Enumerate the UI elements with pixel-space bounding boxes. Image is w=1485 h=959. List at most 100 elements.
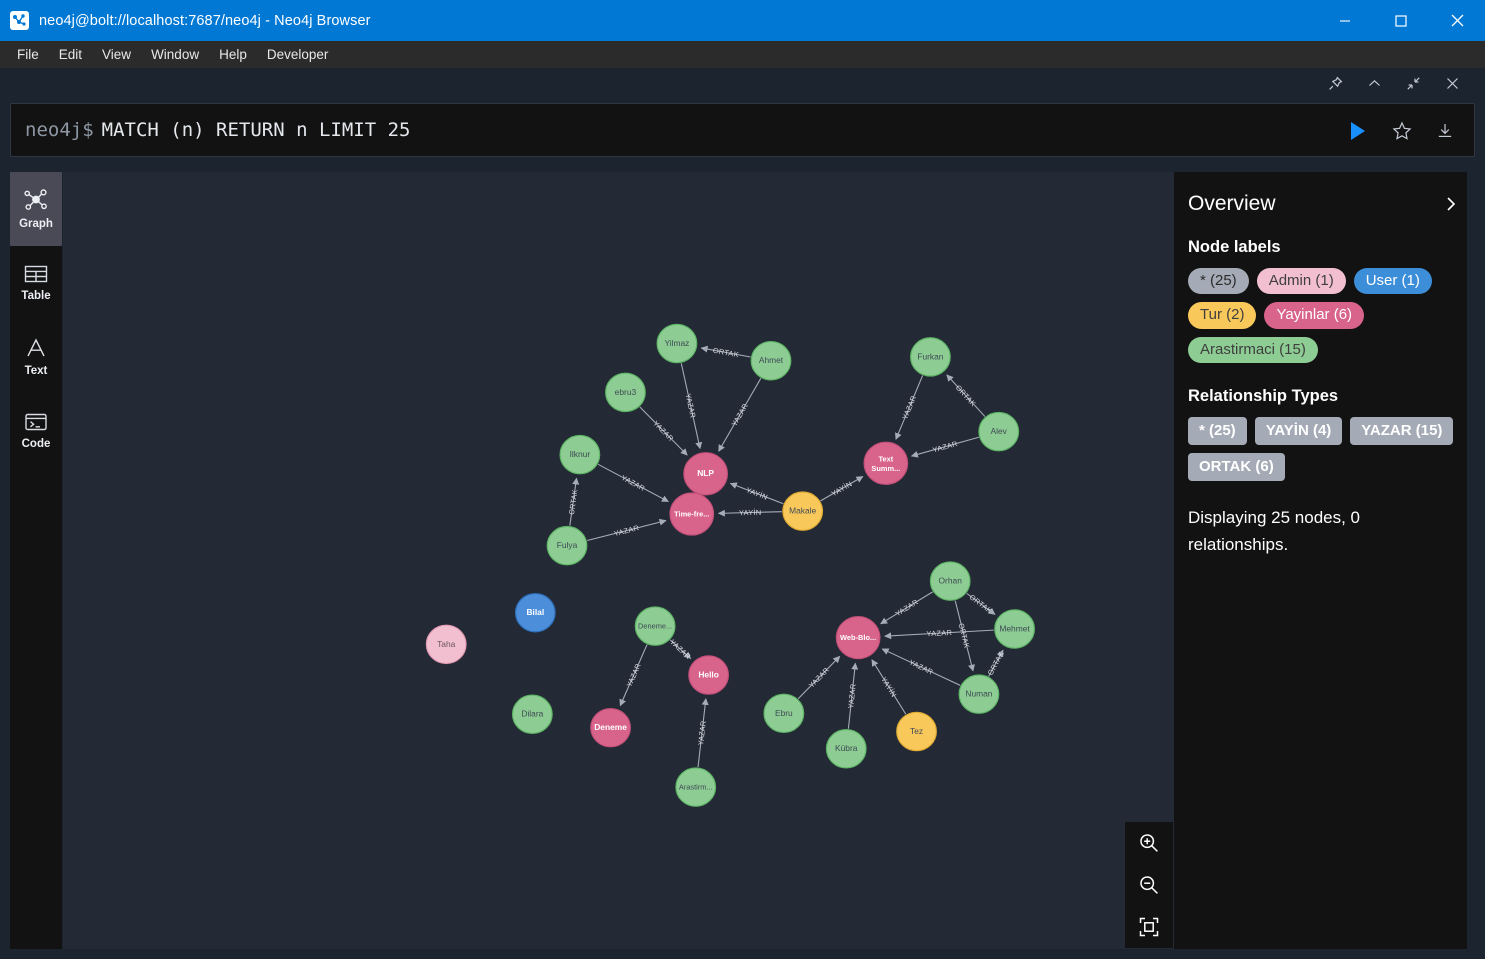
graph-node[interactable]: Mehmet	[994, 609, 1035, 649]
graph-node[interactable]: Taha	[425, 624, 467, 665]
graph-node[interactable]: Orhan	[929, 561, 971, 601]
graph-edge-label: ORTAK	[954, 383, 978, 408]
zoom-in-icon[interactable]	[1125, 822, 1173, 864]
editor-prompt: neo4j$	[25, 119, 94, 141]
graph-node[interactable]: TextSumm...	[863, 441, 909, 485]
rail-label-code: Code	[21, 438, 51, 450]
zoom-out-icon[interactable]	[1125, 864, 1173, 906]
chevron-right-icon[interactable]	[1443, 195, 1459, 213]
graph-edge-label: YAZAR	[900, 394, 918, 420]
graph-node-label: Furkan	[917, 352, 944, 361]
relationship-type-chip-2[interactable]: YAZAR (15)	[1350, 416, 1454, 445]
graph-node-label: Mehmet	[999, 625, 1030, 634]
close-button[interactable]	[1429, 0, 1485, 41]
favorite-star-icon[interactable]	[1392, 121, 1412, 141]
graph-node[interactable]: Hello	[688, 655, 730, 695]
graph-node[interactable]: Deneme	[590, 707, 631, 748]
title-bar: neo4j@bolt://localhost:7687/neo4j - Neo4…	[0, 0, 1485, 41]
graph-node[interactable]: Bilal	[514, 592, 556, 633]
panel-scrollbar[interactable]	[1467, 172, 1475, 949]
minimize-button[interactable]	[1317, 0, 1373, 41]
graph-node-label: Ebru	[775, 709, 793, 718]
graph-edge-label: YAZAR	[624, 662, 642, 688]
rail-item-text[interactable]: Text	[10, 320, 62, 394]
graph-node[interactable]: Furkan	[910, 337, 951, 377]
graph-edge-label: ORTAK	[968, 593, 994, 616]
graph-visualization[interactable]: ORTAK YAZAR YAZAR YAZAR YAZAR ORTAK YAZAR YAYİN…	[63, 172, 1174, 949]
graph-node-label: Taha	[437, 640, 456, 649]
panel-header: Overview	[1188, 192, 1459, 216]
node-label-chip-2[interactable]: User (1)	[1353, 268, 1432, 295]
graph-edge-label: YAZAR	[908, 658, 935, 677]
graph-node-label: Tez	[910, 727, 923, 736]
node-label-chip-0[interactable]: * (25)	[1188, 268, 1249, 295]
rail-item-code[interactable]: Code	[10, 394, 62, 468]
graph-node[interactable]: Ahmet	[750, 341, 792, 381]
graph-edge-label: ORTAK	[957, 622, 972, 649]
graph-node[interactable]: Yilmaz	[656, 323, 698, 364]
query-input[interactable]: MATCH (n) RETURN n LIMIT 25	[94, 119, 411, 141]
graph-node[interactable]: Arastirm...	[675, 767, 717, 807]
graph-node-label: Dilara	[521, 710, 543, 719]
menu-help[interactable]: Help	[209, 44, 257, 65]
node-label-chip-4[interactable]: Yayinlar (6)	[1264, 302, 1365, 329]
rail-item-table[interactable]: Table	[10, 246, 62, 320]
graph-node[interactable]: Alev	[978, 411, 1020, 452]
menu-view[interactable]: View	[92, 44, 141, 65]
editor-area: neo4j$ MATCH (n) RETURN n LIMIT 25	[0, 68, 1485, 172]
graph-edge-label: YAYİN	[739, 508, 762, 517]
graph-node[interactable]: Fulya	[546, 525, 588, 566]
graph-canvas[interactable]: ORTAK YAZAR YAZAR YAZAR YAZAR ORTAK YAZAR YAYİN…	[63, 172, 1174, 949]
graph-node[interactable]: Makale	[782, 491, 824, 531]
zoom-fit-icon[interactable]	[1125, 906, 1173, 948]
contract-icon[interactable]	[1405, 75, 1422, 92]
view-mode-rail: Graph Table Text Code	[10, 172, 63, 949]
menu-developer[interactable]: Developer	[257, 44, 339, 65]
graph-node[interactable]: Kübra	[825, 729, 867, 769]
node-label-chip-1[interactable]: Admin (1)	[1256, 268, 1346, 295]
table-icon	[24, 264, 48, 284]
graph-edge-label: YAZAR	[730, 402, 751, 428]
window-title: neo4j@bolt://localhost:7687/neo4j - Neo4…	[39, 12, 371, 29]
graph-edge-label: YAZAR	[932, 439, 959, 454]
close-icon[interactable]	[1444, 75, 1461, 92]
graph-node[interactable]: Deneme...	[634, 606, 676, 646]
menu-edit[interactable]: Edit	[49, 44, 92, 65]
graph-node[interactable]: ebru3	[605, 372, 646, 413]
zoom-controls	[1125, 822, 1173, 948]
node-label-chip-5[interactable]: Arastirmaci (15)	[1188, 336, 1318, 363]
pin-icon[interactable]	[1327, 75, 1344, 92]
graph-node[interactable]: Dilara	[511, 694, 553, 735]
relationship-type-chip-1[interactable]: YAYİN (4)	[1254, 416, 1343, 445]
chevron-up-icon[interactable]	[1366, 75, 1383, 92]
graph-edge-label: ORTAK	[567, 489, 580, 515]
graph-node[interactable]: Ebru	[763, 693, 805, 734]
graph-node[interactable]: Time-fre...	[669, 492, 715, 536]
graph-node[interactable]: Tez	[896, 711, 937, 752]
graph-node-label: Web-Blo...	[840, 633, 876, 642]
maximize-button[interactable]	[1373, 0, 1429, 41]
graph-node-label: Ilknur	[570, 450, 591, 459]
graph-node[interactable]: Ilknur	[559, 434, 601, 475]
graph-node-label: Kübra	[835, 744, 858, 753]
relationship-type-chip-3[interactable]: ORTAK (6)	[1188, 453, 1285, 482]
node-label-chip-3[interactable]: Tur (2)	[1188, 302, 1257, 329]
graph-nodes[interactable]: Yilmaz Ahmet ebru3 Ilknur Fulya NLP Time-fre..…	[425, 323, 1035, 807]
graph-node[interactable]: Numan	[958, 674, 1000, 714]
graph-edge-label: YAYİN	[879, 675, 899, 698]
run-query-button[interactable]	[1348, 120, 1368, 142]
graph-edge-label: YAZAR	[613, 523, 640, 538]
query-editor[interactable]: neo4j$ MATCH (n) RETURN n LIMIT 25	[10, 103, 1475, 157]
rail-label-text: Text	[24, 365, 48, 377]
text-icon	[25, 337, 47, 359]
menu-file[interactable]: File	[7, 44, 49, 65]
rail-item-graph[interactable]: Graph	[10, 172, 62, 246]
graph-node-label: Text	[879, 455, 894, 464]
relationship-type-chip-list: * (25) YAYİN (4) YAZAR (15) ORTAK (6)	[1188, 416, 1459, 482]
graph-node-label: Numan	[965, 690, 992, 699]
relationship-type-chip-0[interactable]: * (25)	[1188, 416, 1247, 445]
menu-window[interactable]: Window	[141, 44, 209, 65]
graph-node[interactable]: Web-Blo...	[835, 615, 881, 660]
graph-node[interactable]: NLP	[683, 452, 729, 496]
download-icon[interactable]	[1436, 122, 1454, 140]
